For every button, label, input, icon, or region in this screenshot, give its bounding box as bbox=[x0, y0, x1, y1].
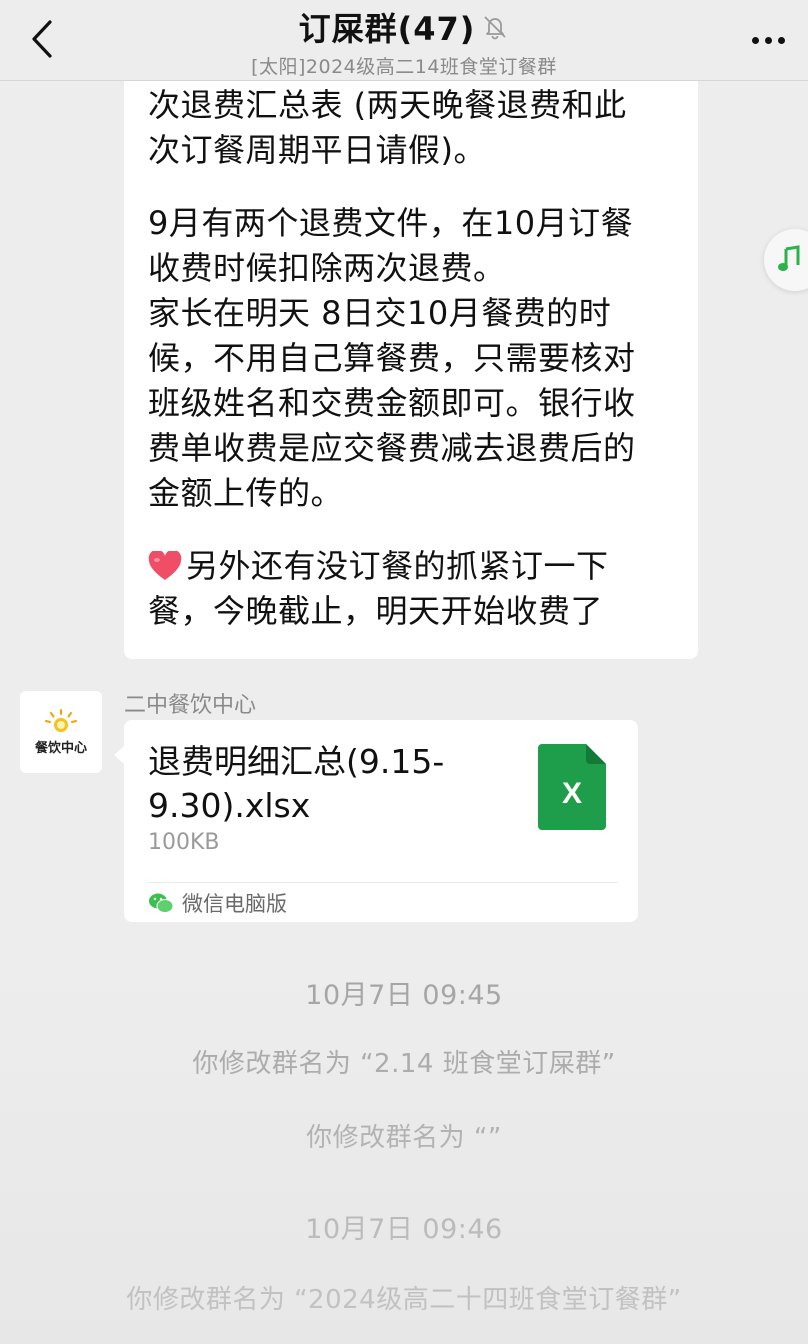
message-line: 另外还有没订餐的抓紧订一下 bbox=[186, 547, 609, 585]
file-size: 100KB bbox=[148, 830, 220, 855]
file-source: 微信电脑版 bbox=[148, 888, 287, 918]
sender-name: 二中餐饮中心 bbox=[124, 693, 257, 718]
chat-title: 订屎群(47) bbox=[298, 10, 476, 48]
avatar[interactable]: 餐饮中心 bbox=[20, 691, 102, 773]
message-line: 餐，今晚截止，明天开始收费了 bbox=[148, 592, 604, 630]
chat-subtitle: [太阳]2024级高二14班食堂订餐群 bbox=[251, 56, 557, 78]
system-notice: 你修改群名为 “2.14 班食堂订屎群” bbox=[192, 1049, 616, 1079]
message-line: 候，不用自己算餐费，只需要核对 bbox=[148, 339, 636, 377]
excel-letter: X bbox=[562, 777, 582, 810]
more-dot bbox=[764, 36, 772, 44]
more-dot bbox=[777, 36, 785, 44]
title-area[interactable]: 订屎群(47) [太阳]2024级高二14班食堂订餐群 bbox=[0, 4, 808, 79]
music-note-icon bbox=[778, 245, 800, 271]
timestamp: 10月7日 09:46 bbox=[305, 1214, 503, 1245]
message-line: 次退费汇总表 (两天晚餐退费和此 bbox=[148, 86, 627, 124]
excel-file-icon: X bbox=[538, 744, 606, 830]
message-line: 次订餐周期平日请假)。 bbox=[148, 131, 486, 169]
chat-area[interactable]: 次退费汇总表 (两天晚餐退费和此 次订餐周期平日请假)。 9月有两个退费文件，在… bbox=[0, 81, 808, 1344]
sun-logo-icon bbox=[45, 708, 77, 732]
message-line: 9月有两个退费文件，在10月订餐 bbox=[148, 204, 634, 242]
wechat-icon bbox=[149, 893, 174, 913]
file-name: 退费明细汇总(9.15-9.30).xlsx bbox=[148, 742, 445, 825]
timestamp: 10月7日 09:45 bbox=[305, 980, 503, 1011]
divider bbox=[148, 882, 618, 883]
avatar-label: 餐饮中心 bbox=[34, 740, 87, 756]
file-message-card[interactable]: 退费明细汇总(9.15-9.30).xlsx 100KB X 微信电脑版 bbox=[114, 720, 638, 922]
chat-header: 订屎群(47) [太阳]2024级高二14班食堂订餐群 bbox=[0, 0, 808, 81]
more-button[interactable] bbox=[746, 22, 790, 58]
system-notice: 你修改群名为 “2024级高二十四班食堂订餐群” bbox=[126, 1285, 682, 1315]
music-floating-button[interactable] bbox=[764, 229, 808, 291]
text-message-bubble[interactable]: 次退费汇总表 (两天晚餐退费和此 次订餐周期平日请假)。 9月有两个退费文件，在… bbox=[124, 81, 698, 659]
bell-off-icon bbox=[484, 16, 507, 40]
message-line: 收费时候扣除两次退费。 bbox=[148, 249, 506, 287]
message-line-with-heart: 另外还有没订餐的抓紧订一下 bbox=[148, 544, 674, 589]
message-line: 家长在明天 8日交10月餐费的时 bbox=[148, 294, 612, 332]
message-line: 班级姓名和交费金额即可。银行收 bbox=[148, 384, 636, 422]
message-line: 金额上传的。 bbox=[148, 474, 344, 512]
heart-emoji-icon bbox=[148, 549, 182, 580]
message-line: 费单收费是应交餐费减去退费后的 bbox=[148, 429, 636, 467]
system-notice: 你修改群名为 “” bbox=[306, 1123, 502, 1153]
more-dot bbox=[751, 36, 759, 44]
file-source-label: 微信电脑版 bbox=[182, 892, 287, 916]
